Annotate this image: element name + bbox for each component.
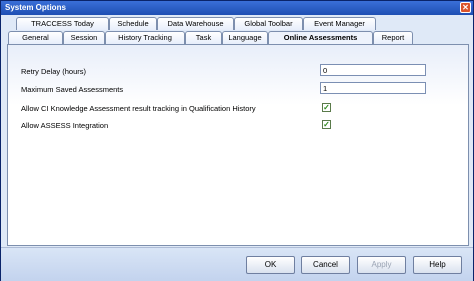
tab-traccess-today[interactable]: TRACCESS Today	[16, 17, 109, 30]
ok-button[interactable]: OK	[246, 256, 295, 274]
tab-global-toolbar[interactable]: Global Toolbar	[234, 17, 303, 30]
tab-online-assessments[interactable]: Online Assessments	[268, 31, 373, 45]
checkmark-icon: ✓	[323, 120, 330, 129]
checkmark-icon: ✓	[323, 103, 330, 112]
allow-assess-label: Allow ASSESS Integration	[21, 121, 109, 130]
tab-session[interactable]: Session	[63, 31, 105, 44]
tab-data-warehouse[interactable]: Data Warehouse	[157, 17, 234, 30]
tab-task[interactable]: Task	[185, 31, 222, 44]
allow-ci-label: Allow CI Knowledge Assessment result tra…	[21, 104, 256, 113]
help-button[interactable]: Help	[413, 256, 462, 274]
close-icon[interactable]: ✕	[460, 2, 471, 13]
allow-assess-checkbox[interactable]: ✓	[322, 120, 331, 129]
tab-event-manager[interactable]: Event Manager	[303, 17, 376, 30]
allow-ci-checkbox[interactable]: ✓	[322, 103, 331, 112]
max-saved-label: Maximum Saved Assessments	[21, 85, 124, 94]
retry-delay-label: Retry Delay (hours)	[21, 67, 87, 76]
tab-schedule[interactable]: Schedule	[109, 17, 157, 30]
max-saved-input[interactable]: 1	[320, 82, 426, 94]
apply-button[interactable]: Apply	[357, 256, 406, 274]
system-options-dialog: System Options ✕ TRACCESS Today Schedule…	[0, 0, 474, 281]
tab-history-tracking[interactable]: History Tracking	[105, 31, 185, 44]
tab-row-back: TRACCESS Today Schedule Data Warehouse G…	[1, 17, 473, 30]
tab-language[interactable]: Language	[222, 31, 268, 44]
tab-row-front: General Session History Tracking Task La…	[1, 31, 473, 45]
retry-delay-input[interactable]: 0	[320, 64, 426, 76]
tab-general[interactable]: General	[8, 31, 63, 44]
tab-report[interactable]: Report	[373, 31, 413, 44]
title-bar: System Options ✕	[1, 1, 473, 15]
cancel-button[interactable]: Cancel	[301, 256, 350, 274]
window-title: System Options	[5, 3, 66, 12]
online-assessments-panel: Retry Delay (hours) 0 Maximum Saved Asse…	[7, 44, 469, 246]
